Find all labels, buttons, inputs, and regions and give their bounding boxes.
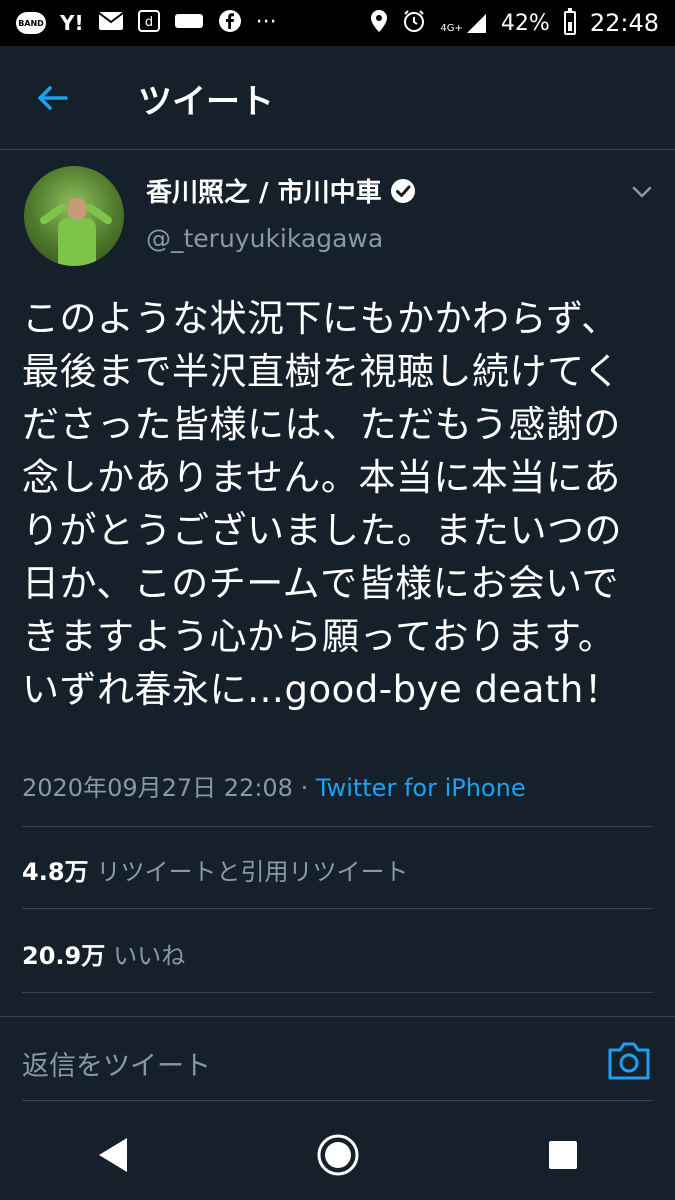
- svg-text:d: d: [144, 15, 152, 30]
- divider: [22, 992, 653, 993]
- mail-icon: [98, 11, 124, 36]
- avatar-detail: [58, 218, 96, 266]
- page-title: ツイート: [138, 82, 274, 122]
- back-arrow-icon[interactable]: [30, 76, 74, 120]
- verified-badge-icon: [390, 178, 416, 204]
- reply-input[interactable]: 返信をツイート: [22, 1044, 211, 1083]
- avatar[interactable]: [24, 166, 124, 266]
- camera-icon[interactable]: [606, 1040, 652, 1082]
- tweet-timestamp: 2020年09月27日 22:08: [22, 774, 293, 802]
- yahoo-icon: Y!: [60, 11, 84, 35]
- status-bar: BAND Y! d ··· 4G+ 42% 22:48: [0, 0, 675, 46]
- retweets-count: 4.8万: [22, 858, 89, 886]
- avatar-detail: [68, 198, 86, 220]
- author-handle[interactable]: @_teruyukikagawa: [146, 224, 383, 253]
- location-icon: [370, 9, 388, 38]
- band-icon: BAND: [16, 12, 46, 34]
- reply-input-underline: [22, 1100, 653, 1101]
- more-dots-icon: ···: [255, 10, 277, 35]
- tweet-source-link[interactable]: Twitter for iPhone: [316, 774, 526, 802]
- d-app-icon: d: [137, 9, 160, 37]
- tweet-meta: 2020年09月27日 22:08 · Twitter for iPhone: [22, 768, 526, 803]
- meta-separator: ·: [300, 774, 309, 802]
- status-bar-left: BAND Y! d ···: [16, 9, 277, 38]
- tweet-text: このような状況下にもかかわらず、最後まで半沢直樹を視聴し続けてくださった皆様には…: [22, 297, 622, 711]
- divider: [22, 826, 653, 827]
- home-nav-icon[interactable]: [313, 1130, 363, 1180]
- network-indicator: 4G+: [440, 12, 487, 34]
- likes-label: いいね: [113, 942, 186, 970]
- reply-bar-border: [0, 1016, 675, 1017]
- alarm-icon: [402, 9, 426, 38]
- back-nav-icon[interactable]: [88, 1130, 138, 1180]
- app-header: ツイート: [0, 46, 675, 150]
- retweets-stat[interactable]: 4.8万 リツイートと引用リツイート: [22, 852, 409, 887]
- chevron-down-icon[interactable]: [630, 180, 654, 204]
- battery-percent: 42%: [500, 10, 550, 36]
- clock: 22:48: [589, 9, 659, 37]
- sports-icon: [174, 10, 204, 37]
- facebook-icon: [218, 9, 242, 38]
- retweets-label: リツイートと引用リツイート: [96, 858, 409, 886]
- signal-icon: [466, 14, 486, 33]
- author-name[interactable]: 香川照之 / 市川中車: [146, 172, 382, 209]
- likes-count: 20.9万: [22, 942, 106, 970]
- author-name-row[interactable]: 香川照之 / 市川中車: [146, 172, 416, 209]
- system-nav-bar: [0, 1110, 675, 1200]
- likes-stat[interactable]: 20.9万 いいね: [22, 936, 185, 971]
- status-bar-right: 4G+ 42% 22:48: [370, 8, 659, 38]
- recents-nav-icon[interactable]: [538, 1130, 588, 1180]
- battery-icon: [563, 8, 576, 35]
- divider: [22, 908, 653, 909]
